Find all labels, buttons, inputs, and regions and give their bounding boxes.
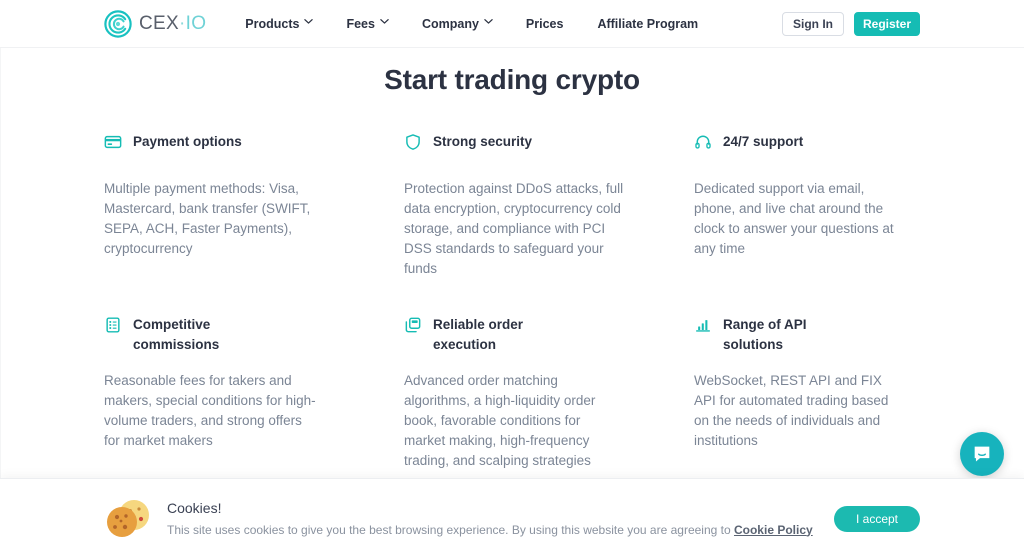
page-root: CEX·IO Products Fees Company Prices Affi… <box>0 0 1024 558</box>
chevron-down-icon <box>484 18 493 26</box>
nav-item-fees[interactable]: Fees <box>329 0 405 48</box>
nav-item-prices[interactable]: Prices <box>509 0 581 48</box>
feature-title: Strong security <box>433 134 533 149</box>
logo-brand-text: CEX <box>139 12 179 34</box>
logo-suffix-text: IO <box>185 12 207 34</box>
feature-strong-security: Strong security Protection against DDoS … <box>404 132 694 279</box>
live-chat-launcher-button[interactable] <box>960 432 1004 476</box>
cookie-banner-title: Cookies! <box>167 499 222 516</box>
shield-icon <box>404 133 422 151</box>
sign-in-button[interactable]: Sign In <box>782 11 844 36</box>
bar-chart-icon <box>694 316 712 334</box>
cookie-banner-copy: Cookies! This site uses cookies to give … <box>167 500 813 538</box>
feature-support: 24/7 support Dedicated support via email… <box>694 132 920 279</box>
feature-payment-options: Payment options Multiple payment methods… <box>104 132 404 279</box>
header-actions: Sign In Register <box>782 11 920 36</box>
feature-title: Reliable order execution <box>433 317 524 352</box>
feature-body: Reasonable fees for takers and makers, s… <box>104 373 316 449</box>
nav-item-products-label: Products <box>245 16 300 31</box>
site-header: CEX·IO Products Fees Company Prices Affi… <box>0 0 1024 48</box>
feature-body: Protection against DDoS attacks, full da… <box>404 181 624 276</box>
feature-body: Advanced order matching algorithms, a hi… <box>404 373 596 469</box>
feature-header: Strong security <box>404 132 694 162</box>
register-button[interactable]: Register <box>854 11 920 36</box>
document-list-icon <box>104 316 122 334</box>
feature-body: WebSocket, REST API and FIX API for auto… <box>694 373 889 449</box>
feature-reliable-order-execution: Reliable order execution Advanced order … <box>404 315 694 471</box>
logo-separator: · <box>178 12 186 34</box>
nav-item-company-label: Company <box>421 16 479 31</box>
nav-item-affiliate-program-label: Affiliate Program <box>597 16 699 31</box>
feature-header: Reliable order execution <box>404 315 694 354</box>
features-grid: Payment options Multiple payment methods… <box>104 132 920 507</box>
nav-item-products[interactable]: Products <box>245 0 329 48</box>
cookie-consent-banner: Cookies! This site uses cookies to give … <box>0 478 1024 558</box>
feature-header: Range of API solutions <box>694 315 920 354</box>
left-edge-divider <box>0 0 1 558</box>
headset-icon <box>694 133 712 151</box>
logo-wordmark: CEX·IO <box>139 13 206 35</box>
cookie-banner-text-body: This site uses cookies to give you the b… <box>167 522 734 537</box>
feature-title: Competitive commissions <box>133 317 220 352</box>
feature-title: Payment options <box>133 134 242 149</box>
feature-title: Range of API solutions <box>723 317 807 352</box>
nav-item-fees-label: Fees <box>346 16 375 31</box>
feature-header: Competitive commissions <box>104 315 404 354</box>
cookie-banner-text: This site uses cookies to give you the b… <box>167 522 813 538</box>
feature-api-solutions: Range of API solutions WebSocket, REST A… <box>694 315 920 471</box>
accept-cookies-button[interactable]: I accept <box>834 505 920 532</box>
credit-card-icon <box>104 133 122 151</box>
page-title: Start trading crypto <box>384 64 640 95</box>
feature-title: 24/7 support <box>723 134 804 149</box>
nav-item-prices-label: Prices <box>525 16 564 31</box>
chevron-down-icon <box>304 18 314 26</box>
feature-header: Payment options <box>104 132 404 162</box>
feature-competitive-commissions: Competitive commissions Reasonable fees … <box>104 315 404 471</box>
cex-circle-logo-icon <box>104 9 132 38</box>
feature-header: 24/7 support <box>694 132 920 162</box>
chat-bubble-icon <box>971 443 993 465</box>
main-navigation: Products Fees Company Prices Affiliate P… <box>245 0 715 48</box>
nav-item-affiliate-program[interactable]: Affiliate Program <box>580 0 715 48</box>
feature-body: Multiple payment methods: Visa, Masterca… <box>104 181 311 256</box>
feature-body: Dedicated support via email, phone, and … <box>694 181 894 256</box>
cex-io-logo[interactable]: CEX·IO <box>104 9 206 38</box>
cookie-policy-link[interactable]: Cookie Policy <box>734 523 813 537</box>
chevron-down-icon <box>380 18 389 26</box>
nav-item-company[interactable]: Company <box>405 0 509 48</box>
cookie-icon <box>100 494 158 544</box>
copy-squares-icon <box>404 316 422 334</box>
